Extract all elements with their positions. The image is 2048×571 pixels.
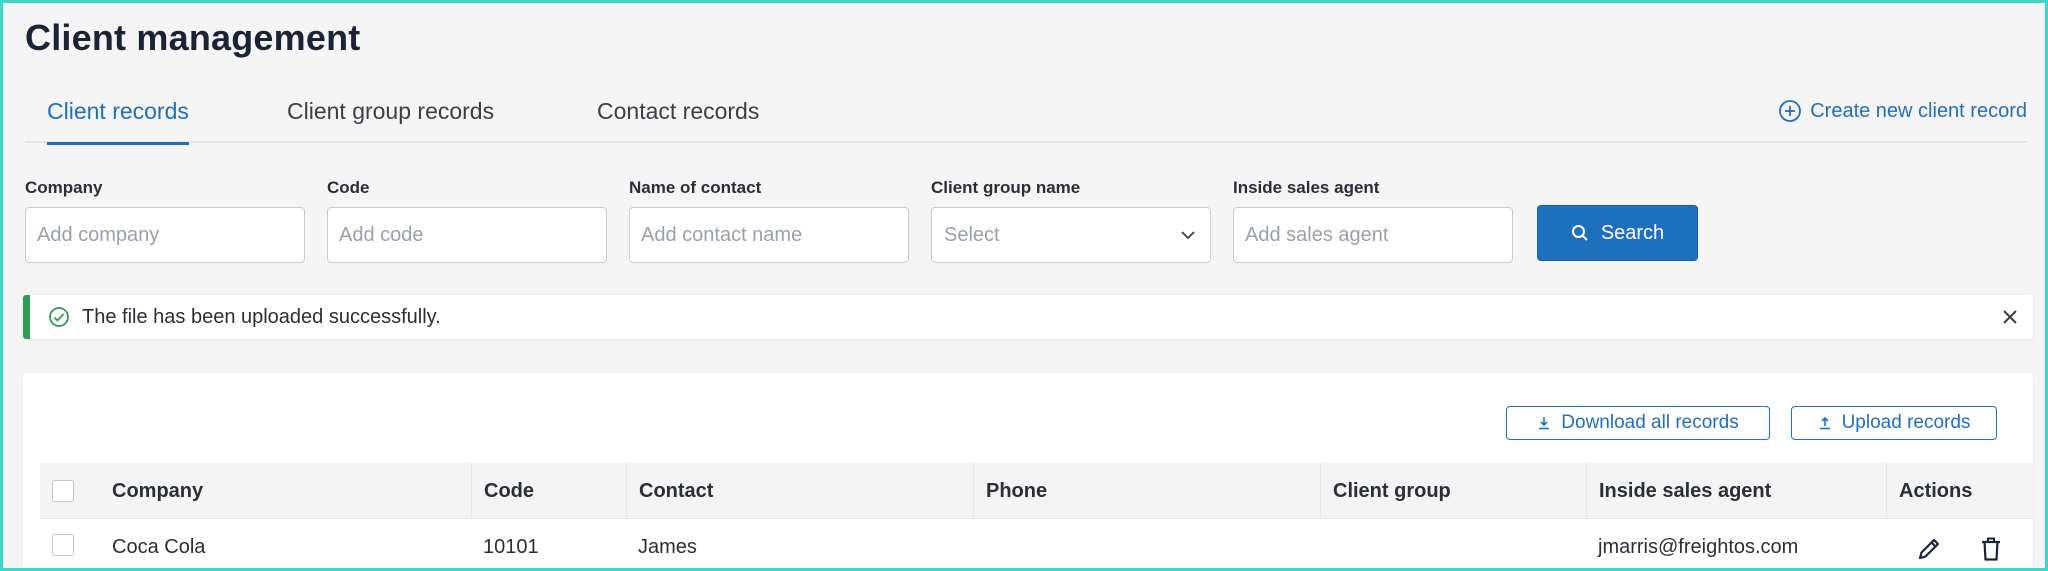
search-button-label: Search <box>1600 221 1665 244</box>
check-circle-icon <box>49 307 69 327</box>
column-header-inside-sales-agent[interactable]: Inside sales agent <box>1586 463 1886 519</box>
company-filter-label: Company <box>25 178 103 197</box>
sales-agent-filter: Inside sales agent <box>1233 177 1513 263</box>
client-group-filter-label: Client group name <box>931 178 1081 197</box>
cell-client-group <box>1320 519 1332 568</box>
table-row[interactable]: Coca Cola 10101 James jmarris@freightos.… <box>40 519 2033 568</box>
contact-filter-label: Name of contact <box>629 178 762 197</box>
page-title: Client management <box>25 17 361 58</box>
cell-contact: James <box>638 536 697 558</box>
chevron-down-icon <box>1181 231 1195 240</box>
app-frame: Client management Client records Client … <box>0 0 2048 571</box>
upload-button-label: Upload records <box>1841 412 1971 433</box>
search-icon <box>1571 225 1588 241</box>
filter-bar: Company Code Name of contact Client grou… <box>25 177 1705 263</box>
tab-client-records[interactable]: Client records <box>47 87 189 145</box>
column-header-phone[interactable]: Phone <box>973 463 1320 519</box>
create-link-label: Create new client record <box>1810 99 2027 122</box>
table-header: Company Code Contact Phone Client group … <box>40 463 2033 519</box>
cell-phone <box>973 519 985 568</box>
delete-trash-icon[interactable] <box>1977 535 2005 563</box>
search-button[interactable]: Search <box>1537 205 1698 261</box>
column-header-company[interactable]: Company <box>100 463 492 519</box>
cell-code: 10101 <box>483 536 539 558</box>
cell-company: Coca Cola <box>112 536 206 558</box>
company-filter: Company <box>25 177 305 263</box>
upload-records-button[interactable]: Upload records <box>1791 406 1997 440</box>
select-all-checkbox[interactable] <box>52 480 74 502</box>
code-filter-label: Code <box>327 178 370 197</box>
success-alert: The file has been uploaded successfully. <box>23 295 2033 339</box>
code-filter: Code <box>327 177 607 263</box>
column-header-actions: Actions <box>1886 463 2033 519</box>
records-card: Download all records Upload records Comp… <box>23 373 2033 568</box>
tab-contact-records[interactable]: Contact records <box>597 87 759 143</box>
download-button-label: Download all records <box>1561 412 1739 433</box>
column-header-contact[interactable]: Contact <box>626 463 973 519</box>
row-checkbox[interactable] <box>52 534 74 556</box>
company-input[interactable] <box>25 207 305 263</box>
sales-agent-filter-label: Inside sales agent <box>1233 178 1380 197</box>
cell-inside-sales-agent: jmarris@freightos.com <box>1598 536 1799 558</box>
download-icon <box>1539 417 1550 430</box>
close-icon[interactable] <box>1999 306 2021 328</box>
column-header-code[interactable]: Code <box>471 463 626 519</box>
upload-icon <box>1819 416 1830 430</box>
code-input[interactable] <box>327 207 607 263</box>
alert-message: The file has been uploaded successfully. <box>82 305 441 328</box>
plus-circle-icon <box>1779 100 1802 122</box>
create-new-client-record-link[interactable]: Create new client record <box>1778 99 2027 123</box>
download-all-records-button[interactable]: Download all records <box>1506 406 1770 440</box>
client-group-select[interactable]: Select <box>931 207 1211 263</box>
client-group-filter: Client group name Select <box>931 177 1211 263</box>
tab-client-group-records[interactable]: Client group records <box>287 87 494 143</box>
edit-pencil-icon[interactable] <box>1915 535 1943 563</box>
contact-name-input[interactable] <box>629 207 909 263</box>
sales-agent-input[interactable] <box>1233 207 1513 263</box>
tab-bar: Client records Client group records Cont… <box>25 87 2027 145</box>
contact-filter: Name of contact <box>629 177 909 263</box>
client-group-select-placeholder: Select <box>944 223 1000 246</box>
column-header-client-group[interactable]: Client group <box>1320 463 1586 519</box>
